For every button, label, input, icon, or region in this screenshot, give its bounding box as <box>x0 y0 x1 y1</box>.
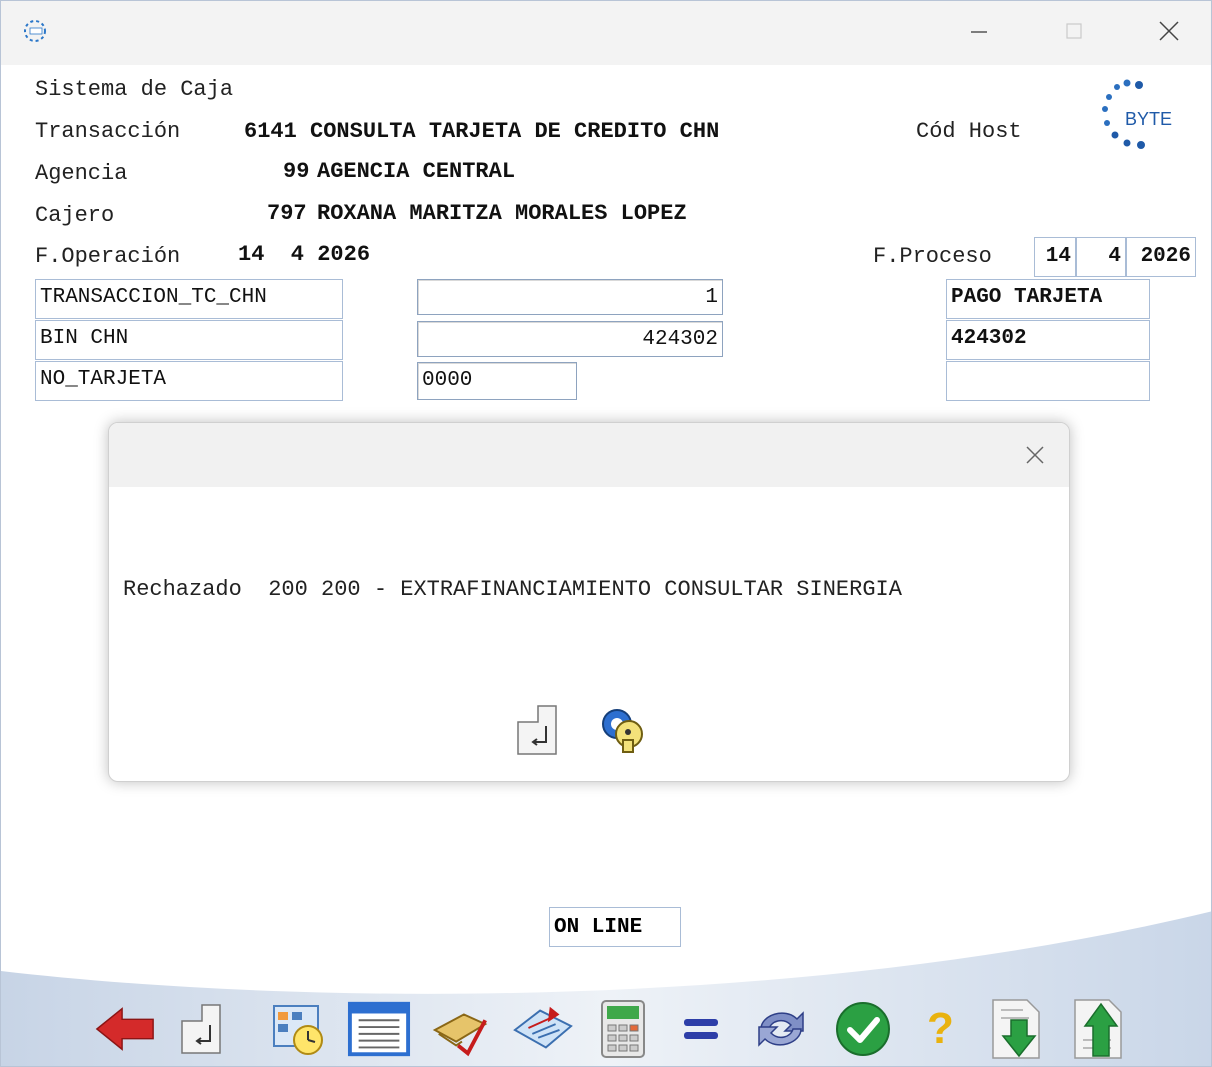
pen-paper-icon[interactable] <box>429 993 493 1065</box>
calendar-clock-icon[interactable] <box>267 993 331 1065</box>
dialog-message: Rechazado 200 200 - EXTRAFINANCIAMIENTO … <box>123 577 902 602</box>
agency-label: Agencia <box>35 161 128 186</box>
bottom-toolbar: ? <box>1 993 1211 1066</box>
dialog-close-icon[interactable] <box>1015 439 1055 471</box>
main-window: Sistema de Caja Transacción 6141 CONSULT… <box>0 0 1212 1067</box>
calculator-icon[interactable] <box>591 993 655 1065</box>
rejection-dialog: Rechazado 200 200 - EXTRAFINANCIAMIENTO … <box>108 422 1070 782</box>
title-bar <box>1 1 1211 65</box>
dialog-header <box>109 423 1069 487</box>
agency-name: AGENCIA CENTRAL <box>317 159 516 184</box>
field-desc-transaccion: PAGO TARJETA <box>946 279 1150 319</box>
svg-text:?: ? <box>927 1004 954 1053</box>
field-desc-bin: 424302 <box>946 320 1150 360</box>
process-date-label: F.Proceso <box>873 244 992 269</box>
operation-date-label: F.Operación <box>35 244 181 269</box>
cashier-label: Cajero <box>35 203 115 228</box>
maximize-icon[interactable] <box>1051 11 1097 51</box>
field-desc-no-tarjeta <box>946 361 1150 401</box>
process-day: 14 <box>1034 237 1076 277</box>
bin-input[interactable]: 424302 <box>417 321 723 357</box>
field-name-bin: BIN CHN <box>35 320 343 360</box>
upload-icon[interactable] <box>1067 993 1131 1065</box>
host-code-label: Cód Host <box>916 119 1022 144</box>
field-name-no-tarjeta: NO_TARJETA <box>35 361 343 401</box>
equals-icon[interactable] <box>669 993 733 1065</box>
enter-icon[interactable] <box>169 993 233 1065</box>
close-icon[interactable] <box>1146 11 1192 51</box>
download-icon[interactable] <box>985 993 1049 1065</box>
cashier-code: 797 <box>267 201 307 226</box>
cashier-name: ROXANA MARITZA MORALES LOPEZ <box>317 201 687 226</box>
online-status: ON LINE <box>549 907 681 947</box>
dialog-keys-icon[interactable] <box>595 699 651 761</box>
process-month: 4 <box>1076 237 1126 277</box>
help-icon[interactable]: ? <box>907 993 971 1065</box>
refresh-icon[interactable] <box>749 993 813 1065</box>
no-tarjeta-input[interactable]: 0000 <box>417 362 577 400</box>
transaccion-input[interactable]: 1 <box>417 279 723 315</box>
transaction-label: Transacción <box>35 119 181 144</box>
back-arrow-icon[interactable] <box>93 993 157 1065</box>
agency-code: 99 <box>283 159 310 184</box>
operation-date-value: 14 4 2026 <box>238 242 371 267</box>
dialog-enter-icon[interactable] <box>509 699 565 761</box>
field-name-transaccion: TRANSACCION_TC_CHN <box>35 279 343 319</box>
transaction-value: 6141 CONSULTA TARJETA DE CREDITO CHN <box>244 119 720 144</box>
byte-logo: BYTE <box>1097 73 1193 157</box>
check-icon[interactable] <box>831 993 895 1065</box>
process-year: 2026 <box>1126 237 1196 277</box>
logo-text: BYTE <box>1125 109 1172 129</box>
byte-app-icon <box>23 19 47 43</box>
stamp-icon[interactable] <box>511 993 575 1065</box>
list-document-icon[interactable] <box>347 993 411 1065</box>
system-label: Sistema de Caja <box>35 77 234 102</box>
minimize-icon[interactable] <box>956 11 1002 51</box>
